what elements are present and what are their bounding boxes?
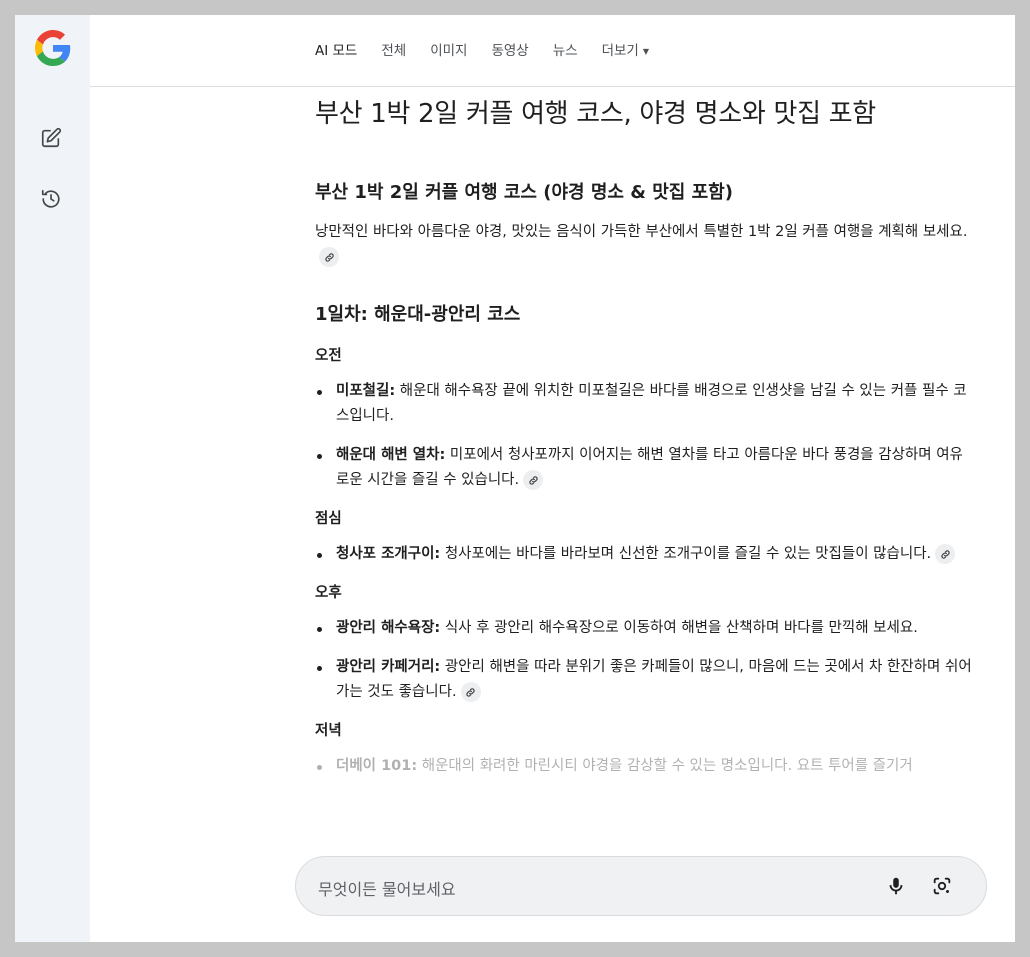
morning-list: 미포철길: 해운대 해수욕장 끝에 위치한 미포철길은 바다를 배경으로 인생샷… [315,379,975,493]
google-lens-icon [933,877,951,895]
history-icon [41,189,60,208]
item-text: 식사 후 광안리 해수욕장으로 이동하여 해변을 산책하며 바다를 만끽해 보세… [440,620,918,636]
day1-heading: 1일차: 해운대-광안리 코스 [315,304,521,325]
history-button[interactable] [38,186,64,212]
link-icon [528,475,538,485]
link-icon [466,687,475,697]
browser-window: AI 모드 전체 이미지 동영상 뉴스 더보기 ▼ 부산 1박 2일 커플 여행 … [15,15,1015,942]
answer-heading: 부산 1박 2일 커플 여행 코스 (야경 명소 & 맛집 포함) [315,182,733,203]
prompt-input[interactable]: 무엇이든 물어보세요 [318,876,456,900]
item-text: 해운대의 화려한 마린시티 야경을 감상할 수 있는 명소입니다. 요트 투어를… [417,758,913,774]
item-name: 해운대 해변 열차: [336,447,446,463]
list-item: 청사포 조개구이: 청사포에는 바다를 바라보며 신선한 조개구이를 즐길 수 … [315,542,975,567]
sidebar [15,15,90,942]
morning-heading: 오전 [315,348,342,364]
list-item: 광안리 카페거리: 광안리 해변을 따라 분위기 좋은 카페들이 많으니, 마음… [315,655,975,705]
answer-content: 부산 1박 2일 커플 여행 코스, 야경 명소와 맛집 포함 부산 1박 2일… [315,93,975,793]
list-item: 광안리 해수욕장: 식사 후 광안리 해수욕장으로 이동하여 해변을 산책하며 … [315,616,975,641]
voice-search-button[interactable] [884,874,908,898]
lunch-list: 청사포 조개구이: 청사포에는 바다를 바라보며 신선한 조개구이를 즐길 수 … [315,542,975,567]
list-item: 더베이 101: 해운대의 화려한 마린시티 야경을 감상할 수 있는 명소입니… [315,754,975,779]
tab-images[interactable]: 이미지 [430,39,467,59]
lunch-heading: 점심 [315,511,342,527]
item-name: 광안리 카페거리: [336,659,441,675]
list-item: 해운대 해변 열차: 미포에서 청사포까지 이어지는 해변 열차를 타고 아름다… [315,443,975,493]
list-item: 미포철길: 해운대 해수욕장 끝에 위치한 미포철길은 바다를 배경으로 인생샷… [315,379,975,429]
source-link-button[interactable] [523,470,544,490]
item-name: 광안리 해수욕장: [336,620,441,636]
source-link-button[interactable] [460,682,481,702]
item-text: 청사포에는 바다를 바라보며 신선한 조개구이를 즐길 수 있는 맛집들이 많습… [440,546,932,562]
item-text: 해운대 해수욕장 끝에 위치한 미포철길은 바다를 배경으로 인생샷을 남길 수… [336,383,967,424]
new-chat-button[interactable] [38,125,64,151]
tab-more[interactable]: 더보기 ▼ [602,39,649,59]
afternoon-list: 광안리 해수욕장: 식사 후 광안리 해수욕장으로 이동하여 해변을 산책하며 … [315,616,975,705]
caret-down-icon: ▼ [642,46,649,56]
query-title: 부산 1박 2일 커플 여행 코스, 야경 명소와 맛집 포함 [315,99,876,129]
mic-icon [889,877,903,895]
evening-list: 더베이 101: 해운대의 화려한 마린시티 야경을 감상할 수 있는 명소입니… [315,754,975,779]
evening-heading: 저녁 [315,723,342,739]
source-link-button[interactable] [935,544,956,564]
item-name: 청사포 조개구이: [336,546,441,562]
intro-text: 낭만적인 바다와 아름다운 야경, 맛있는 음식이 가득한 부산에서 특별한 1… [315,224,968,240]
prompt-input-box[interactable]: 무엇이든 물어보세요 [295,856,987,916]
top-bar: AI 모드 전체 이미지 동영상 뉴스 더보기 ▼ [90,15,1015,87]
tab-ai-mode[interactable]: AI 모드 [315,39,357,59]
tab-news[interactable]: 뉴스 [553,39,578,59]
source-link-button[interactable] [319,247,339,267]
tab-all[interactable]: 전체 [381,39,406,59]
lens-search-button[interactable] [930,874,954,898]
tab-videos[interactable]: 동영상 [491,39,528,59]
item-name: 미포철길: [336,383,396,399]
link-icon [324,252,334,262]
search-tabs: AI 모드 전체 이미지 동영상 뉴스 더보기 ▼ [315,39,673,59]
link-icon [941,549,950,559]
tab-more-label: 더보기 [601,43,639,59]
afternoon-heading: 오후 [315,585,342,601]
item-name: 더베이 101: [336,758,418,774]
google-logo[interactable] [35,30,71,66]
intro-paragraph: 낭만적인 바다와 아름다운 야경, 맛있는 음식이 가득한 부산에서 특별한 1… [315,220,975,270]
edit-square-icon [41,127,62,148]
